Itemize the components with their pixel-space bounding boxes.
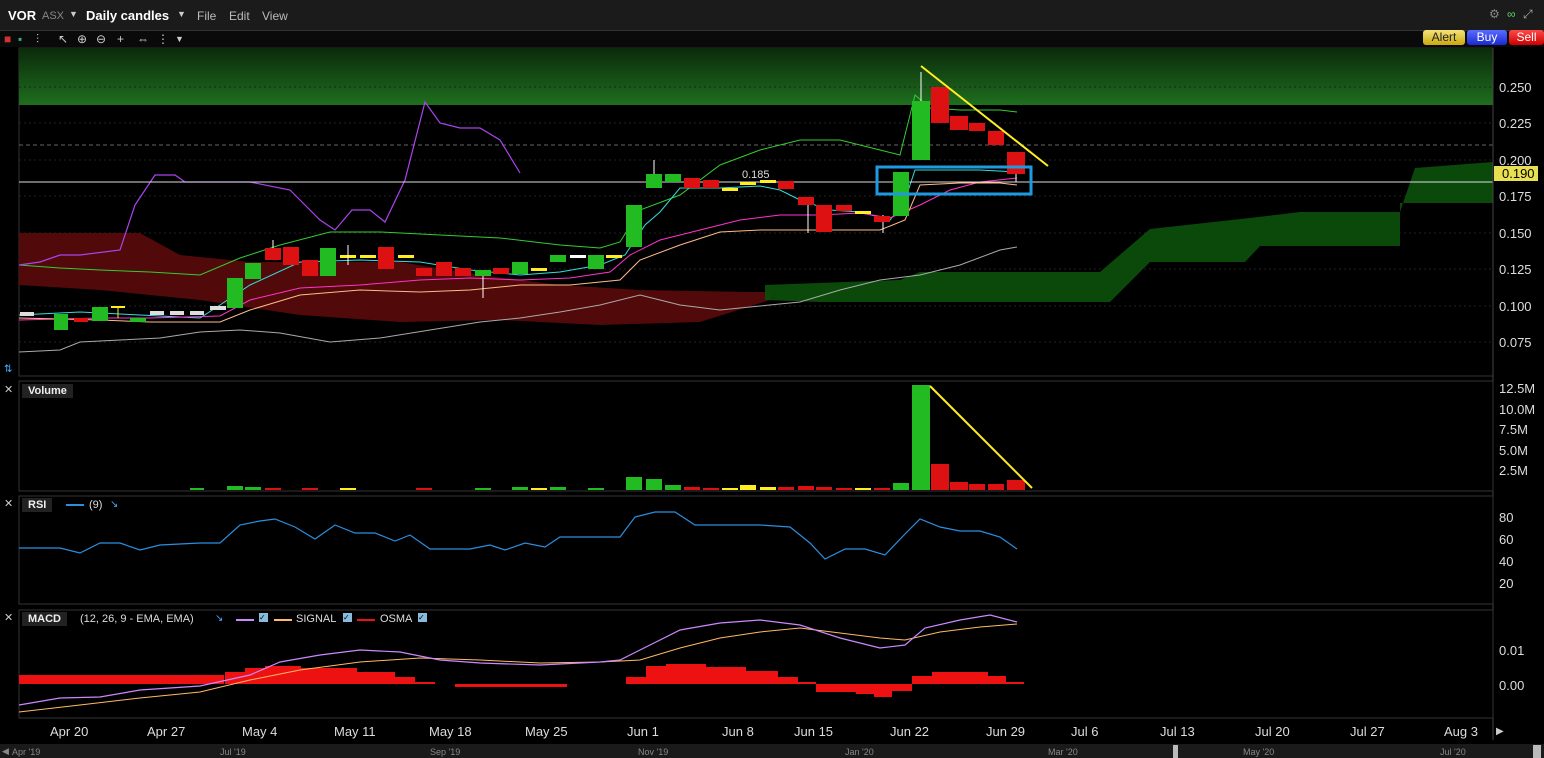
volume-tick: 2.5M — [1499, 463, 1528, 478]
date-tick: May 4 — [242, 724, 278, 739]
macd-tick: 0.00 — [1499, 678, 1525, 693]
rsi-tick: 40 — [1499, 554, 1514, 569]
price-tick: 0.175 — [1499, 189, 1532, 204]
date-tick: Apr 27 — [147, 724, 186, 739]
volume-label: Volume — [22, 384, 73, 398]
timeline-label: Nov '19 — [638, 747, 669, 757]
chart-canvas[interactable] — [0, 0, 1544, 758]
panel-resize-icon[interactable]: ⇅ — [4, 364, 12, 375]
rsi-tick: 20 — [1499, 576, 1514, 591]
macd-settings-icon[interactable]: ↘ — [215, 613, 223, 624]
resistance-zone — [19, 48, 1493, 105]
price-tick: 0.225 — [1499, 116, 1532, 131]
date-tick: Jun 15 — [794, 724, 834, 739]
price-tick: 0.150 — [1499, 226, 1532, 241]
close-rsi-icon[interactable]: ✕ — [4, 497, 13, 510]
timeline-label: May '20 — [1243, 747, 1275, 757]
rsi-legend-swatch — [66, 504, 84, 506]
macd-param: (12, 26, 9 - EMA, EMA) — [80, 613, 194, 625]
signal-checkbox[interactable]: ✓ — [343, 613, 352, 622]
date-tick: Jun 22 — [890, 724, 930, 739]
timeline-label: Jul '19 — [220, 747, 246, 757]
volume-tick: 5.0M — [1499, 443, 1528, 458]
date-tick: Apr 20 — [50, 724, 89, 739]
price-tick: 0.075 — [1499, 335, 1532, 350]
date-tick: Jul 20 — [1255, 724, 1290, 739]
timeline-label: Jan '20 — [845, 747, 874, 757]
date-tick: May 11 — [334, 724, 376, 739]
close-volume-icon[interactable]: ✕ — [4, 383, 13, 396]
rsi-tick: 60 — [1499, 532, 1514, 547]
macd-label: MACD — [22, 612, 67, 626]
timeline-label: Jul '20 — [1440, 747, 1466, 757]
osma-checkbox[interactable]: ✓ — [418, 613, 427, 622]
price-tick: 0.100 — [1499, 299, 1532, 314]
macd-panel-frame — [18, 609, 1494, 719]
date-tick: Aug 3 — [1444, 724, 1478, 739]
price-annotation: 0.185 — [742, 169, 770, 181]
rsi-label: RSI — [22, 498, 53, 512]
timeline-label: Sep '19 — [430, 747, 461, 757]
osma-label: OSMA — [380, 613, 413, 625]
rsi-param: (9) — [89, 499, 103, 511]
volume-panel-frame — [18, 380, 1494, 492]
volume-tick: 12.5M — [1499, 381, 1536, 396]
price-tick: 0.125 — [1499, 262, 1532, 277]
timeline-label: Mar '20 — [1048, 747, 1078, 757]
volume-tick: 7.5M — [1499, 422, 1528, 437]
scrollbar-handle-left[interactable] — [1173, 745, 1178, 758]
close-macd-icon[interactable]: ✕ — [4, 611, 13, 624]
macd-tick: 0.01 — [1499, 643, 1525, 658]
last-price-label: 0.190 — [1502, 166, 1535, 181]
price-tick: 0.250 — [1499, 80, 1532, 95]
rsi-panel-frame — [18, 495, 1494, 605]
signal-label: SIGNAL — [296, 613, 337, 625]
date-tick: May 18 — [429, 724, 472, 739]
date-tick: Jun 8 — [722, 724, 754, 739]
timeline-label: Apr '19 — [12, 747, 41, 757]
macd-legend-swatch — [236, 619, 254, 621]
macd-checkbox[interactable]: ✓ — [259, 613, 268, 622]
signal-legend-swatch — [274, 619, 292, 621]
scroll-left-arrow-icon[interactable]: ◀ — [2, 746, 9, 757]
date-tick: May 25 — [525, 724, 568, 739]
scroll-right-icon[interactable]: ▶ — [1496, 726, 1504, 737]
date-tick: Jul 27 — [1350, 724, 1385, 739]
date-tick: Jul 6 — [1071, 724, 1099, 739]
scrollbar-handle-right[interactable] — [1533, 745, 1541, 758]
rsi-tick: 80 — [1499, 510, 1514, 525]
date-tick: Jun 29 — [986, 724, 1026, 739]
rsi-settings-icon[interactable]: ↘ — [110, 499, 118, 510]
date-tick: Jun 1 — [627, 724, 659, 739]
date-tick: Jul 13 — [1160, 724, 1195, 739]
volume-tick: 10.0M — [1499, 402, 1536, 417]
osma-legend-swatch — [357, 619, 375, 621]
